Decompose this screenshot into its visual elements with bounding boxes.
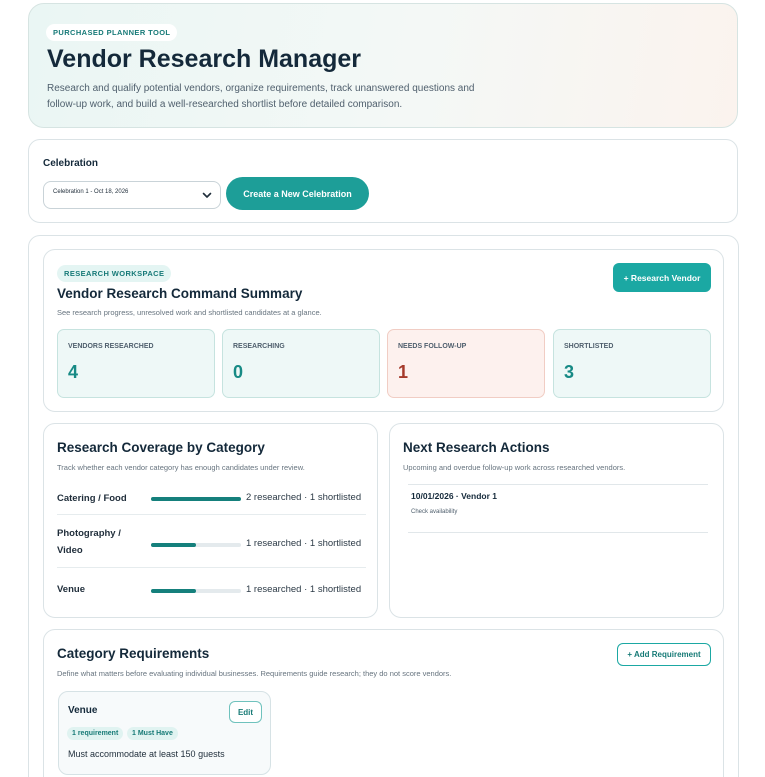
stat-value: 0 (233, 362, 244, 382)
coverage-card: Research Coverage by Category Track whet… (43, 423, 378, 618)
requirement-text: Must accommodate at least 150 guests (68, 749, 225, 759)
hero-banner: PURCHASED PLANNER TOOL Vendor Research M… (28, 3, 738, 128)
coverage-stats: 1 researched · 1 shortlisted (246, 538, 362, 549)
stat-value: 4 (68, 362, 79, 382)
coverage-category: Venue (57, 584, 85, 595)
action-item[interactable]: 10/01/2026 · Vendor 1 Check availability (408, 484, 708, 533)
coverage-row: Catering / Food 2 researched · 1 shortli… (57, 481, 366, 514)
stat-value: 3 (564, 362, 575, 382)
stat-needs-follow-up: NEEDS FOLLOW-UP 1 (387, 329, 545, 398)
next-actions-card: Next Research Actions Upcoming and overd… (389, 423, 724, 618)
celebration-panel: Celebration Celebration 1 - Oct 18, 2026… (28, 139, 738, 223)
celebration-select-value: Celebration 1 - Oct 18, 2026 (53, 189, 129, 195)
coverage-title: Research Coverage by Category (57, 440, 265, 455)
coverage-bar (151, 589, 241, 593)
coverage-stats: 2 researched · 1 shortlisted (246, 492, 362, 503)
stat-label: RESEARCHING (233, 343, 285, 350)
requirements-subtitle: Define what matters before evaluating in… (57, 669, 452, 678)
page-description: Research and qualify potential vendors, … (47, 83, 475, 110)
workspace-badge: RESEARCH WORKSPACE (57, 265, 172, 282)
coverage-stats: 1 researched · 1 shortlisted (246, 584, 362, 595)
stat-label: SHORTLISTED (564, 343, 614, 350)
stat-vendors-researched: VENDORS RESEARCHED 4 (57, 329, 215, 398)
requirements-card: Category Requirements Define what matter… (43, 629, 724, 777)
actions-subtitle: Upcoming and overdue follow-up work acro… (403, 463, 626, 472)
research-vendor-button[interactable]: + Research Vendor (613, 263, 711, 292)
coverage-bar (151, 543, 241, 547)
create-celebration-button[interactable]: Create a New Celebration (226, 177, 369, 210)
summary-subtitle: See research progress, unresolved work a… (57, 308, 322, 317)
action-note: Check availability (411, 509, 458, 515)
coverage-bar (151, 497, 241, 501)
celebration-label: Celebration (43, 158, 99, 169)
requirement-count-tag: 1 requirement (67, 727, 124, 740)
stat-label: VENDORS RESEARCHED (68, 343, 154, 350)
summary-title: Vendor Research Command Summary (57, 286, 303, 301)
coverage-category: Catering / Food (57, 493, 127, 504)
stat-label: NEEDS FOLLOW-UP (398, 343, 467, 350)
stat-researching: RESEARCHING 0 (222, 329, 380, 398)
celebration-select[interactable]: Celebration 1 - Oct 18, 2026 (43, 181, 221, 209)
chevron-down-icon (202, 192, 212, 198)
requirements-title: Category Requirements (57, 646, 210, 661)
requirement-category-card: Venue Edit 1 requirement 1 Must Have Mus… (58, 691, 271, 775)
coverage-row: Photography / Video 1 researched · 1 sho… (57, 514, 366, 567)
coverage-category: Photography / Video (57, 528, 121, 556)
coverage-subtitle: Track whether each vendor category has e… (57, 463, 305, 472)
requirement-category-name: Venue (68, 705, 98, 716)
edit-requirement-button[interactable]: Edit (229, 701, 262, 723)
purchased-badge: PURCHASED PLANNER TOOL (46, 24, 178, 41)
stat-shortlisted: SHORTLISTED 3 (553, 329, 711, 398)
coverage-row: Venue 1 researched · 1 shortlisted (57, 567, 366, 607)
actions-title: Next Research Actions (403, 440, 550, 455)
stat-value: 1 (398, 362, 409, 382)
action-heading: 10/01/2026 · Vendor 1 (411, 491, 497, 501)
add-requirement-button[interactable]: + Add Requirement (617, 643, 711, 666)
command-summary-card: RESEARCH WORKSPACE Vendor Research Comma… (43, 249, 724, 412)
page-title: Vendor Research Manager (47, 45, 362, 73)
must-have-tag: 1 Must Have (127, 727, 178, 740)
